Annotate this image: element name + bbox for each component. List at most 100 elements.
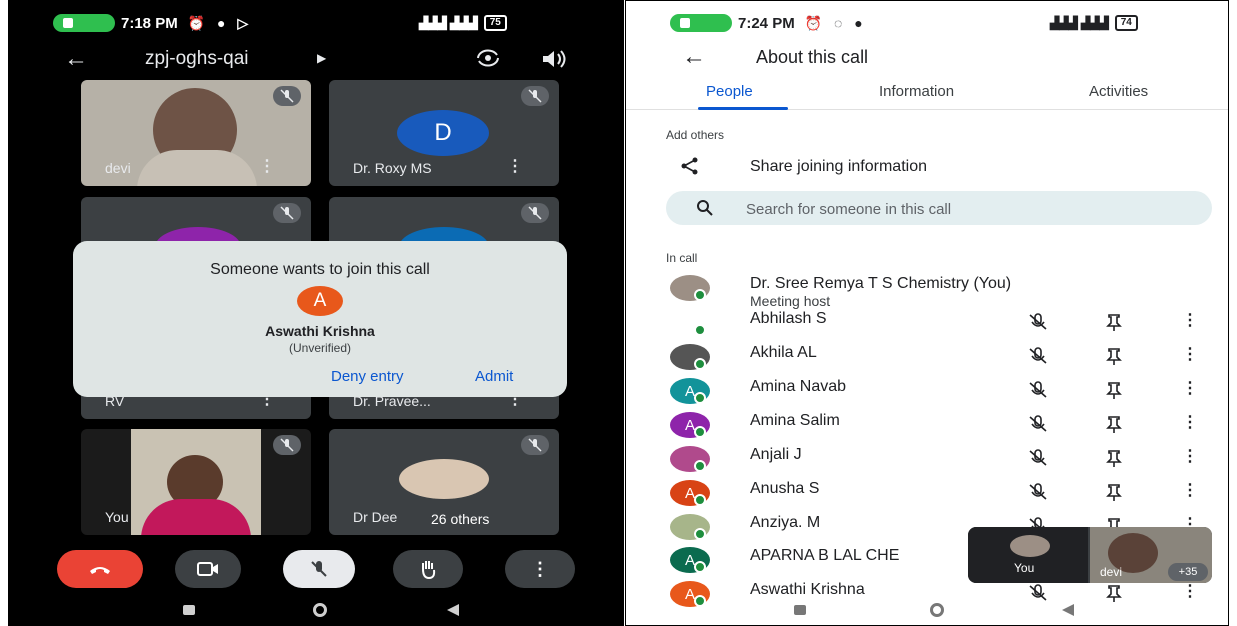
mic-off-icon[interactable] — [1028, 583, 1048, 603]
recent-apps-icon[interactable] — [183, 605, 195, 615]
participant-avatar — [670, 310, 710, 336]
requester-avatar: A — [297, 286, 343, 316]
participant-row[interactable]: Akhila AL ⋮ — [626, 342, 1228, 374]
participant-name: Anziya. M — [750, 514, 821, 531]
more-options-icon[interactable]: ⋮ — [1182, 581, 1198, 601]
android-nav-bar — [626, 603, 1228, 619]
participant-tile-roxy[interactable]: D Dr. Roxy MS ⋮ — [329, 80, 559, 186]
raise-hand-button[interactable] — [393, 550, 463, 588]
participant-row[interactable]: A Amina Navab ⋮ — [626, 376, 1228, 408]
participant-tile-others[interactable]: Dr Dee 26 others — [329, 429, 559, 535]
end-call-button[interactable] — [57, 550, 143, 588]
mic-off-icon[interactable] — [1028, 312, 1048, 332]
join-request-dialog: Someone wants to join this call A Aswath… — [73, 241, 567, 397]
participant-name: Anjali J — [750, 446, 802, 463]
more-options-icon[interactable]: ⋮ — [259, 156, 275, 176]
participant-row[interactable]: Abhilash S ⋮ — [626, 308, 1228, 340]
deny-entry-button[interactable]: Deny entry — [331, 368, 404, 385]
participant-row[interactable]: Dr. Sree Remya T S Chemistry (You) Meetin… — [626, 273, 1228, 309]
more-options-icon[interactable]: ⋮ — [1182, 344, 1198, 364]
chevron-right-icon[interactable]: ▶ — [317, 51, 326, 65]
tab-information[interactable]: Information — [879, 83, 954, 100]
pin-icon[interactable] — [1104, 583, 1124, 603]
more-options-icon[interactable]: ⋮ — [1182, 412, 1198, 432]
participant-row[interactable]: A Amina Salim ⋮ — [626, 410, 1228, 442]
mic-off-icon — [311, 561, 327, 577]
pip-more-count: +35 — [1168, 563, 1208, 581]
pip-you-label: You — [1014, 561, 1035, 575]
admit-button[interactable]: Admit — [475, 368, 513, 385]
pin-icon[interactable] — [1104, 312, 1124, 332]
mic-off-icon — [273, 86, 301, 106]
pin-icon[interactable] — [1104, 448, 1124, 468]
more-options-icon[interactable]: ⋮ — [507, 156, 523, 176]
more-options-icon[interactable]: ⋮ — [1182, 446, 1198, 466]
mic-off-icon[interactable] — [1028, 482, 1048, 502]
participant-role: Meeting host — [750, 293, 831, 309]
mic-off-icon[interactable] — [1028, 414, 1048, 434]
mic-off-icon — [273, 435, 301, 455]
participant-photo — [399, 459, 489, 499]
pin-icon[interactable] — [1104, 380, 1124, 400]
more-options-icon[interactable]: ⋮ — [1182, 378, 1198, 398]
home-icon[interactable] — [930, 603, 944, 617]
participant-name: Anusha S — [750, 480, 820, 497]
requester-name: Aswathi Krishna — [265, 323, 375, 339]
home-icon[interactable] — [313, 603, 327, 617]
mic-off-icon[interactable] — [1028, 346, 1048, 366]
search-icon — [697, 200, 713, 216]
back-arrow-icon[interactable]: ← — [64, 45, 88, 73]
mic-off-icon — [273, 203, 301, 223]
hand-icon — [422, 561, 436, 579]
participant-tile-devi[interactable]: devi ⋮ — [81, 80, 311, 186]
flip-camera-icon[interactable] — [475, 48, 501, 68]
more-options-icon[interactable]: ⋮ — [1182, 310, 1198, 330]
others-count[interactable]: 26 others — [427, 511, 494, 527]
pin-icon[interactable] — [1104, 414, 1124, 434]
participant-name: APARNA B LAL CHE — [750, 547, 900, 564]
in-call-label: In call — [666, 251, 698, 265]
participant-name: Dr Dee — [353, 509, 398, 525]
tab-bar: People Information Activities — [626, 83, 1228, 110]
share-joining-info-row[interactable]: Share joining information — [626, 156, 1228, 182]
picture-in-picture-preview[interactable]: You devi +35 — [968, 527, 1212, 583]
recent-apps-icon[interactable] — [794, 605, 806, 615]
dialog-title: Someone wants to join this call — [210, 261, 430, 278]
add-others-label: Add others — [666, 128, 725, 142]
back-icon[interactable] — [1062, 604, 1074, 616]
phone-hangup-icon — [90, 567, 110, 574]
participant-name: Dr. Roxy MS — [353, 160, 432, 176]
back-icon[interactable] — [447, 604, 459, 616]
mic-toggle-button[interactable] — [283, 550, 355, 588]
mic-off-icon — [521, 86, 549, 106]
more-options-button[interactable]: ⋮ — [505, 550, 575, 588]
speaker-icon[interactable] — [541, 48, 567, 70]
recording-indicator — [53, 14, 115, 32]
status-bar: 7:24 PM ⏰ ◌ ● — [670, 13, 867, 33]
mic-off-icon[interactable] — [1028, 448, 1048, 468]
participant-video-body — [137, 150, 257, 186]
more-options-icon[interactable]: ⋮ — [1182, 480, 1198, 500]
share-icon — [681, 157, 698, 175]
status-time: 7:18 PM — [121, 14, 178, 32]
camera-toggle-button[interactable] — [175, 550, 241, 588]
recording-indicator — [670, 14, 732, 32]
search-input[interactable] — [744, 197, 1188, 221]
pip-devi-label: devi — [1100, 565, 1123, 579]
meeting-code[interactable]: zpj-oghs-qai — [145, 48, 249, 70]
pin-icon[interactable] — [1104, 482, 1124, 502]
participant-row[interactable]: A Anusha S ⋮ — [626, 478, 1228, 510]
participant-row[interactable]: Anjali J ⋮ — [626, 444, 1228, 476]
participant-name: Aswathi Krishna — [750, 581, 865, 598]
battery-indicator: 74 — [1114, 15, 1138, 31]
tab-people[interactable]: People — [706, 83, 753, 100]
participant-avatar: A — [670, 480, 710, 506]
tab-activities[interactable]: Activities — [1089, 83, 1148, 100]
pin-icon[interactable] — [1104, 346, 1124, 366]
participant-tile-you[interactable]: You — [81, 429, 311, 535]
back-arrow-icon[interactable]: ← — [682, 43, 706, 71]
meet-call-screen: 7:18 PM ⏰ ● ▷ ▟▟▟ ▟▟▟ 75 ← zpj-oghs-qai … — [8, 0, 624, 626]
call-topbar: ← zpj-oghs-qai ▶ — [9, 45, 623, 75]
participant-name: Amina Salim — [750, 412, 840, 429]
mic-off-icon[interactable] — [1028, 380, 1048, 400]
